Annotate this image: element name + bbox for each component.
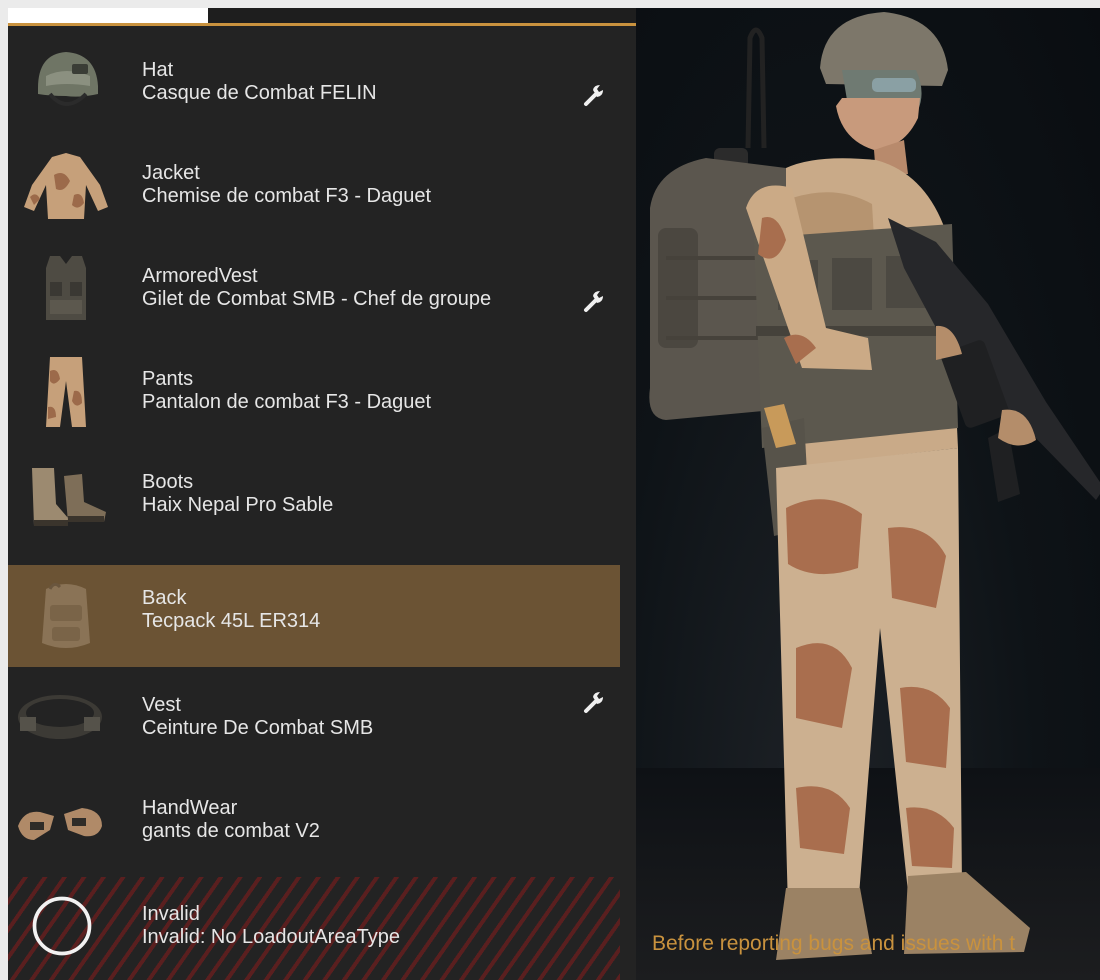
wrench-icon[interactable]: [580, 82, 608, 110]
character-preview[interactable]: Before reporting bugs and issues with t: [636, 8, 1100, 980]
jacket-icon: [16, 145, 116, 223]
soldier-model: [649, 12, 1100, 960]
slot-invalid[interactable]: Invalid Invalid: No LoadoutAreaType: [8, 877, 620, 980]
bug-report-notice: Before reporting bugs and issues with t: [652, 932, 1016, 955]
boots-icon: [16, 454, 116, 532]
armored-vest-icon: [16, 248, 116, 326]
slot-category: Boots: [142, 471, 194, 493]
slot-armored-vest[interactable]: ArmoredVest Gilet de Combat SMB - Chef d…: [8, 238, 620, 341]
slot-item-name: Tecpack 45L ER314: [142, 610, 321, 632]
slot-category: Back: [142, 587, 187, 609]
slot-item-name: Casque de Combat FELIN: [142, 82, 377, 104]
slot-item-name: Pantalon de combat F3 - Daguet: [142, 391, 432, 413]
wrench-icon[interactable]: [580, 689, 608, 717]
tab-inactive[interactable]: [208, 8, 636, 23]
wrench-icon[interactable]: [580, 288, 608, 316]
loadout-slot-list: Hat Casque de Combat FELIN Jacket Chemis…: [8, 8, 636, 980]
slot-category: Hat: [142, 59, 174, 81]
slot-hat[interactable]: Hat Casque de Combat FELIN: [8, 32, 620, 135]
gloves-icon: [10, 780, 110, 858]
slot-category: Vest: [142, 694, 181, 716]
slot-boots[interactable]: Boots Haix Nepal Pro Sable: [8, 444, 620, 547]
backpack-icon: [16, 577, 116, 655]
helmet-icon: [16, 42, 116, 120]
slot-item-name: Haix Nepal Pro Sable: [142, 494, 334, 516]
slot-jacket[interactable]: Jacket Chemise de combat F3 - Daguet: [8, 135, 620, 238]
loadout-editor: Hat Casque de Combat FELIN Jacket Chemis…: [8, 8, 1100, 980]
slot-item-name: Ceinture De Combat SMB: [142, 717, 374, 739]
slot-category: Pants: [142, 368, 194, 390]
tab-bar: [8, 8, 636, 26]
slot-handwear[interactable]: HandWear gants de combat V2: [8, 770, 620, 873]
slot-category: ArmoredVest: [142, 265, 258, 287]
slot-pants[interactable]: Pants Pantalon de combat F3 - Daguet: [8, 341, 620, 444]
pants-icon: [16, 351, 116, 429]
tab-active[interactable]: [8, 8, 208, 23]
slot-back[interactable]: Back Tecpack 45L ER314: [8, 565, 620, 667]
slot-item-name: gants de combat V2: [142, 820, 320, 842]
belt-icon: [10, 677, 110, 755]
invalid-circle-icon: [26, 887, 98, 965]
slot-category: Jacket: [142, 162, 200, 184]
slot-category: HandWear: [142, 797, 238, 819]
slot-vest[interactable]: Vest Ceinture De Combat SMB: [8, 667, 620, 770]
slot-item-name: Chemise de combat F3 - Daguet: [142, 185, 432, 207]
slot-item-name: Invalid: No LoadoutAreaType: [142, 926, 400, 948]
slot-category: Invalid: [142, 903, 200, 925]
slot-item-name: Gilet de Combat SMB - Chef de groupe: [142, 288, 492, 310]
